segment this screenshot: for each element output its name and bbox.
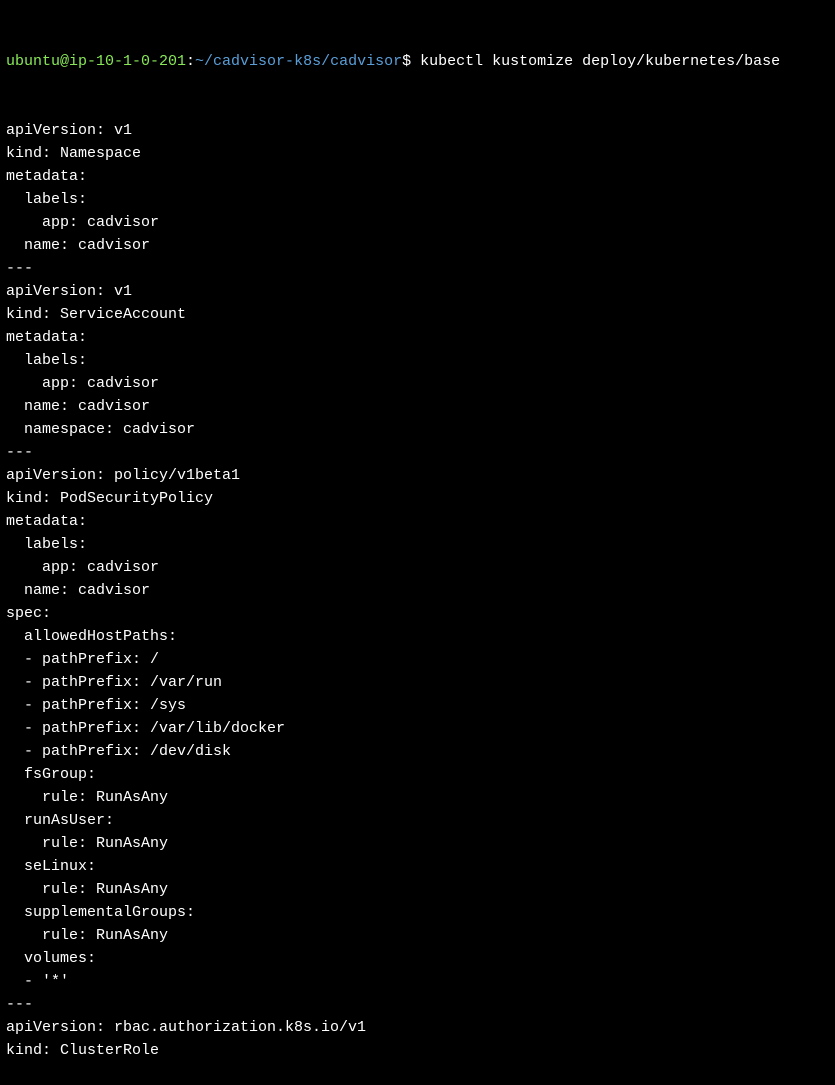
output-line: - pathPrefix: /var/run	[6, 671, 829, 694]
output-line: apiVersion: rbac.authorization.k8s.io/v1	[6, 1016, 829, 1039]
output-line: app: cadvisor	[6, 372, 829, 395]
output-line: kind: Namespace	[6, 142, 829, 165]
output-line: - pathPrefix: /sys	[6, 694, 829, 717]
output-line: namespace: cadvisor	[6, 418, 829, 441]
output-line: ---	[6, 257, 829, 280]
output-line: name: cadvisor	[6, 234, 829, 257]
output-line: - pathPrefix: /	[6, 648, 829, 671]
output-line: - pathPrefix: /dev/disk	[6, 740, 829, 763]
output-line: ---	[6, 993, 829, 1016]
terminal-output: apiVersion: v1kind: Namespacemetadata: l…	[6, 119, 829, 1062]
output-line: supplementalGroups:	[6, 901, 829, 924]
current-path: ~/cadvisor-k8s/cadvisor	[195, 53, 402, 70]
output-line: apiVersion: v1	[6, 280, 829, 303]
output-line: - pathPrefix: /var/lib/docker	[6, 717, 829, 740]
output-line: name: cadvisor	[6, 395, 829, 418]
output-line: - '*'	[6, 970, 829, 993]
output-line: spec:	[6, 602, 829, 625]
output-line: rule: RunAsAny	[6, 878, 829, 901]
output-line: runAsUser:	[6, 809, 829, 832]
output-line: rule: RunAsAny	[6, 786, 829, 809]
command-input: kubectl kustomize deploy/kubernetes/base	[420, 53, 780, 70]
output-line: ---	[6, 441, 829, 464]
output-line: volumes:	[6, 947, 829, 970]
output-line: kind: ServiceAccount	[6, 303, 829, 326]
output-line: app: cadvisor	[6, 211, 829, 234]
output-line: kind: ClusterRole	[6, 1039, 829, 1062]
output-line: apiVersion: policy/v1beta1	[6, 464, 829, 487]
output-line: app: cadvisor	[6, 556, 829, 579]
output-line: metadata:	[6, 510, 829, 533]
output-line: seLinux:	[6, 855, 829, 878]
output-line: name: cadvisor	[6, 579, 829, 602]
output-line: kind: PodSecurityPolicy	[6, 487, 829, 510]
prompt-line: ubuntu@ip-10-1-0-201:~/cadvisor-k8s/cadv…	[6, 50, 829, 73]
output-line: apiVersion: v1	[6, 119, 829, 142]
prompt-colon: :	[186, 53, 195, 70]
output-line: labels:	[6, 349, 829, 372]
prompt-dollar: $	[402, 53, 420, 70]
output-line: allowedHostPaths:	[6, 625, 829, 648]
output-line: fsGroup:	[6, 763, 829, 786]
output-line: rule: RunAsAny	[6, 832, 829, 855]
terminal-window[interactable]: ubuntu@ip-10-1-0-201:~/cadvisor-k8s/cadv…	[6, 4, 829, 1085]
output-line: metadata:	[6, 326, 829, 349]
output-line: labels:	[6, 188, 829, 211]
user-host: ubuntu@ip-10-1-0-201	[6, 53, 186, 70]
output-line: labels:	[6, 533, 829, 556]
output-line: metadata:	[6, 165, 829, 188]
output-line: rule: RunAsAny	[6, 924, 829, 947]
